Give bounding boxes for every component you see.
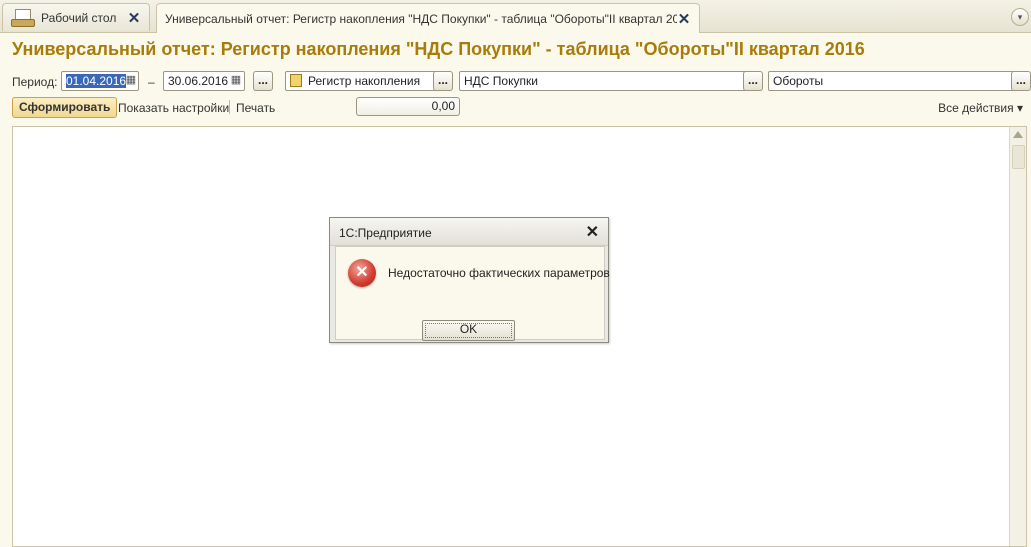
register-name-select-button[interactable]: ...	[743, 71, 763, 91]
dialog-title: 1С:Предприятие	[339, 226, 432, 240]
sum-field[interactable]: 0,00	[356, 97, 460, 116]
tab-list-dropdown-icon[interactable]: ▾	[1011, 8, 1029, 26]
register-name-field[interactable]: НДС Покупки	[459, 71, 749, 91]
register-type-value: Регистр накопления	[308, 74, 421, 88]
dialog-title-bar[interactable]: 1С:Предприятие ✕	[330, 218, 608, 246]
toolbar-divider	[229, 100, 230, 114]
show-settings-button[interactable]: Показать настройки	[118, 101, 229, 115]
table-name-select-button[interactable]: ...	[1011, 71, 1031, 91]
tab-desktop-label: Рабочий стол	[41, 10, 117, 25]
period-dash: –	[148, 75, 155, 89]
error-dialog: 1С:Предприятие ✕ ✕ Недостаточно фактичес…	[329, 217, 610, 343]
tab-report-label: Универсальный отчет: Регистр накопления …	[165, 11, 677, 26]
tab-bar: Рабочий стол ✕ Универсальный отчет: Реги…	[0, 0, 1031, 33]
register-type-field[interactable]: Регистр накопления	[285, 71, 437, 91]
register-type-select-button[interactable]: ...	[433, 71, 453, 91]
period-start-value: 01.04.2016	[66, 74, 127, 88]
dialog-body: ✕ Недостаточно фактических параметров OK	[335, 246, 610, 341]
generate-button[interactable]: Сформировать	[12, 97, 118, 118]
tab-desktop[interactable]: Рабочий стол ✕	[2, 3, 150, 31]
period-end-value: 30.06.2016	[168, 74, 229, 88]
register-icon	[290, 74, 302, 87]
close-icon[interactable]: ✕	[586, 222, 599, 242]
dialog-message: Недостаточно фактических параметров	[388, 266, 610, 280]
calendar-icon[interactable]: ▦	[124, 73, 138, 87]
period-select-button[interactable]: ...	[253, 71, 273, 91]
page-title: Универсальный отчет: Регистр накопления …	[12, 39, 865, 59]
print-button[interactable]: Печать	[236, 101, 275, 115]
vertical-scrollbar[interactable]	[1009, 127, 1026, 546]
desktop-icon	[11, 8, 35, 27]
close-icon[interactable]: ✕	[127, 9, 141, 27]
tab-report[interactable]: Универсальный отчет: Регистр накопления …	[156, 3, 700, 33]
scroll-up-icon[interactable]	[1013, 131, 1023, 138]
table-name-value: Обороты	[773, 74, 824, 88]
parameters-row: Период: 01.04.2016 ▦ – 30.06.2016 ▦ ... …	[0, 70, 1031, 92]
ok-button[interactable]: OK	[422, 320, 515, 341]
calendar-icon[interactable]: ▦	[229, 73, 243, 87]
command-bar: Сформировать Показать настройки Печать 0…	[0, 96, 1031, 120]
close-icon[interactable]: ✕	[677, 10, 691, 28]
period-label: Период:	[12, 75, 58, 89]
error-icon: ✕	[348, 259, 376, 287]
all-actions-menu[interactable]: Все действия ▾	[938, 101, 1023, 115]
register-name-value: НДС Покупки	[464, 74, 538, 88]
scroll-thumb[interactable]	[1012, 145, 1025, 169]
table-name-field[interactable]: Обороты	[768, 71, 1014, 91]
